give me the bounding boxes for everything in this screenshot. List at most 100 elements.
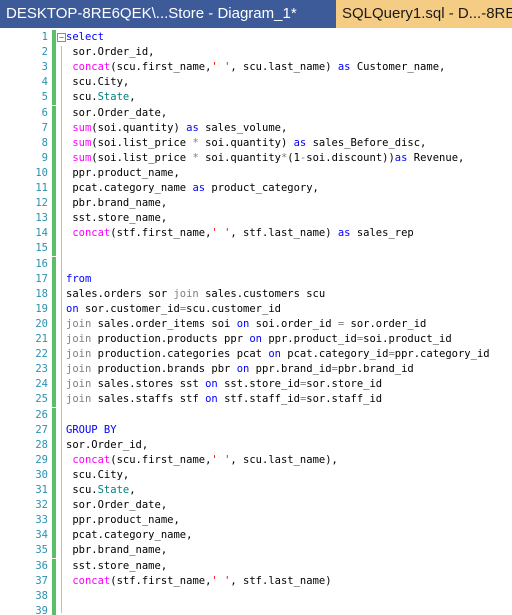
change-indicator	[52, 150, 56, 166]
code-token: as	[337, 227, 351, 240]
code-line[interactable]: 11 pcat.category_name as product_categor…	[0, 181, 512, 196]
line-number: 24	[35, 378, 48, 391]
code-line[interactable]: 14 concat(stf.first_name,' ', stf.last_n…	[0, 226, 512, 242]
code-token: soi.quantity)	[198, 136, 294, 149]
line-number: 5	[41, 91, 48, 104]
change-indicator	[52, 513, 56, 529]
code-line[interactable]: 1− select	[0, 30, 512, 45]
change-indicator	[52, 467, 56, 483]
code-text: scu.City,	[66, 468, 129, 483]
change-indicator	[52, 407, 56, 423]
code-line[interactable]: 30 scu.City,	[0, 467, 512, 483]
code-line[interactable]: 15	[0, 241, 512, 257]
code-line[interactable]: 21 join production.products ppr on ppr.pr…	[0, 332, 512, 347]
code-text: from	[66, 272, 91, 287]
code-text: on sor.customer_id=scu.customer_id	[66, 302, 281, 317]
code-token: join	[66, 393, 92, 406]
code-token: (soi.list_price	[91, 136, 193, 149]
change-indicator	[52, 392, 56, 408]
code-line[interactable]: 17 from	[0, 271, 512, 287]
line-number: 26	[35, 408, 48, 421]
code-token: soi.quantity	[198, 151, 281, 164]
code-token: on	[249, 333, 262, 345]
code-line[interactable]: 23 join production.brands pbr on ppr.bran…	[0, 362, 512, 378]
code-line[interactable]: 34 pcat.category_name,	[0, 528, 512, 544]
change-indicator	[52, 30, 56, 45]
change-indicator	[52, 211, 56, 227]
code-text: scu.State,	[66, 90, 136, 105]
code-token: (1	[287, 151, 300, 164]
code-text: concat(scu.first_name,' ', scu.last_name…	[66, 60, 445, 75]
line-number: 7	[41, 121, 48, 134]
code-line[interactable]: 16	[0, 256, 512, 272]
code-line[interactable]: 4 scu.City,	[0, 75, 512, 91]
code-line[interactable]: 7 sum(soi.quantity) as sales_volume,	[0, 120, 512, 136]
code-line[interactable]: 2 sor.Order_id,	[0, 45, 512, 61]
code-line[interactable]: 6 sor.Order_date,	[0, 105, 512, 121]
code-line[interactable]: 13 sst.store_name,	[0, 211, 512, 227]
code-line[interactable]: 37 concat(stf.first_name,' ', stf.last_n…	[0, 573, 512, 589]
code-token: concat	[72, 574, 111, 587]
code-line[interactable]: 5 scu.State,	[0, 90, 512, 106]
code-line[interactable]: 22 join production.categories pcat on pca…	[0, 347, 512, 363]
code-line[interactable]: 27 GROUP BY	[0, 422, 512, 438]
code-line[interactable]: 25 join sales.staffs stf on stf.staff_id=…	[0, 392, 512, 408]
code-token: scu.City,	[66, 76, 130, 89]
line-number: 22	[35, 348, 48, 361]
change-indicator	[52, 120, 56, 136]
code-token: concat	[72, 61, 111, 74]
tab-diagram[interactable]: DESKTOP-8RE6QEK\...Store - Diagram_1*	[0, 0, 334, 28]
code-token: sor.Order_id,	[66, 46, 155, 59]
code-token: sales.customers scu	[198, 287, 326, 300]
line-number: 9	[41, 151, 48, 164]
change-indicator	[52, 528, 56, 544]
change-indicator	[52, 558, 56, 574]
code-line[interactable]: 28 sor.Order_id,	[0, 437, 512, 453]
change-indicator	[52, 135, 56, 151]
code-text: join production.categories pcat on pcat.…	[66, 347, 490, 362]
code-line[interactable]: 36 sst.store_name,	[0, 558, 512, 574]
code-token: join	[66, 333, 92, 345]
code-line[interactable]: 3 concat(scu.first_name,' ', scu.last_na…	[0, 60, 512, 76]
code-line[interactable]: 19 on sor.customer_id=scu.customer_id	[0, 301, 512, 317]
code-line[interactable]: 35 pbr.brand_name,	[0, 543, 512, 559]
collapse-icon[interactable]: −	[57, 33, 66, 42]
code-text: sor.Order_date,	[66, 106, 167, 121]
code-text: sales.orders sor join sales.customers sc…	[66, 287, 325, 302]
line-number: 23	[35, 363, 48, 376]
code-line[interactable]: 12 pbr.brand_name,	[0, 196, 512, 212]
code-line[interactable]: 10 ppr.product_name,	[0, 165, 512, 181]
code-token: sales.order_items soi	[91, 317, 237, 330]
code-token: scu.customer_id	[186, 302, 281, 315]
line-number: 10	[35, 166, 48, 179]
code-token: ppr.category_id	[394, 348, 490, 361]
code-line[interactable]: 9 sum(soi.list_price * soi.quantity*(1-s…	[0, 150, 512, 166]
code-text: join sales.order_items soi on soi.order_…	[66, 317, 426, 332]
change-indicator	[52, 332, 56, 347]
code-line[interactable]: 32 sor.Order_date,	[0, 498, 512, 514]
code-line[interactable]: 29 concat(scu.first_name,' ', scu.last_n…	[0, 452, 512, 468]
code-line[interactable]: 24 join sales.stores sst on sst.store_id=…	[0, 377, 512, 393]
code-token: ppr.product_name,	[66, 166, 180, 179]
code-token: sor.Order_id,	[66, 438, 149, 451]
code-line[interactable]: 38	[0, 588, 512, 604]
code-line[interactable]: 26	[0, 407, 512, 423]
sql-code-editor[interactable]: 1− select 2 sor.Order_id, 3 concat(scu.firs…	[0, 28, 512, 615]
code-token: product_category,	[205, 182, 319, 194]
code-token: sales.stores sst	[91, 378, 206, 391]
code-line[interactable]: 8 sum(soi.list_price * soi.quantity) as …	[0, 135, 512, 151]
line-number: 32	[35, 499, 48, 512]
code-line[interactable]: 33 ppr.product_name,	[0, 513, 512, 529]
line-number: 31	[35, 484, 48, 496]
code-line[interactable]: 39	[0, 603, 512, 615]
tab-sql-query[interactable]: SQLQuery1.sql - D...-8RE6	[336, 0, 512, 28]
code-line[interactable]: 18 sales.orders sor join sales.customers …	[0, 286, 512, 302]
code-text: join production.products ppr on ppr.prod…	[66, 332, 452, 347]
code-token: sst.store_id	[217, 378, 300, 391]
code-token: on	[268, 348, 281, 361]
code-token: (scu.first_name,	[110, 453, 212, 466]
code-token: ,	[129, 91, 136, 104]
code-token: sales_rep	[350, 227, 414, 240]
code-line[interactable]: 20 join sales.order_items soi on soi.orde…	[0, 316, 512, 332]
code-line[interactable]: 31 scu.State,	[0, 483, 512, 498]
